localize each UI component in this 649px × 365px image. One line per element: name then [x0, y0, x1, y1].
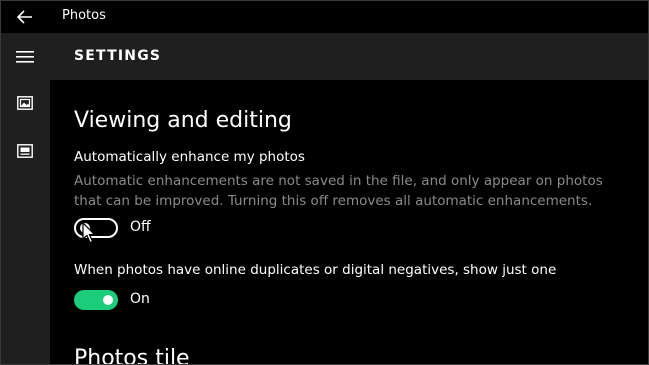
- enhance-setting-label: Automatically enhance my photos: [74, 149, 305, 165]
- duplicates-setting-label: When photos have online duplicates or di…: [74, 262, 557, 278]
- nav-collection-button[interactable]: [0, 81, 50, 125]
- nav-rail: [0, 33, 50, 365]
- toggle-knob: [103, 295, 113, 305]
- mouse-cursor-icon: [82, 222, 96, 244]
- enhance-toggle[interactable]: [74, 218, 118, 238]
- back-button[interactable]: [10, 4, 40, 30]
- app-title: Photos: [62, 8, 106, 23]
- hamburger-menu-button[interactable]: [0, 35, 50, 79]
- back-arrow-icon: [17, 10, 32, 24]
- page-header: SETTINGS: [50, 33, 649, 80]
- page-title: SETTINGS: [74, 48, 162, 64]
- hamburger-menu-icon: [16, 51, 34, 63]
- collection-icon: [17, 96, 33, 110]
- duplicates-toggle-state: On: [130, 291, 150, 307]
- enhance-toggle-state: Off: [130, 219, 151, 235]
- enhance-setting-description: Automatic enhancements are not saved in …: [74, 173, 603, 209]
- section-title-viewing-editing: Viewing and editing: [74, 108, 292, 133]
- nav-albums-button[interactable]: [0, 129, 50, 173]
- albums-icon: [17, 144, 33, 158]
- duplicates-toggle[interactable]: [74, 290, 118, 310]
- title-bar: Photos: [0, 0, 649, 33]
- section-title-photos-tile: Photos tile: [74, 346, 190, 365]
- photos-window: Photos SETTINGS Viewing and editing Auto…: [0, 0, 649, 365]
